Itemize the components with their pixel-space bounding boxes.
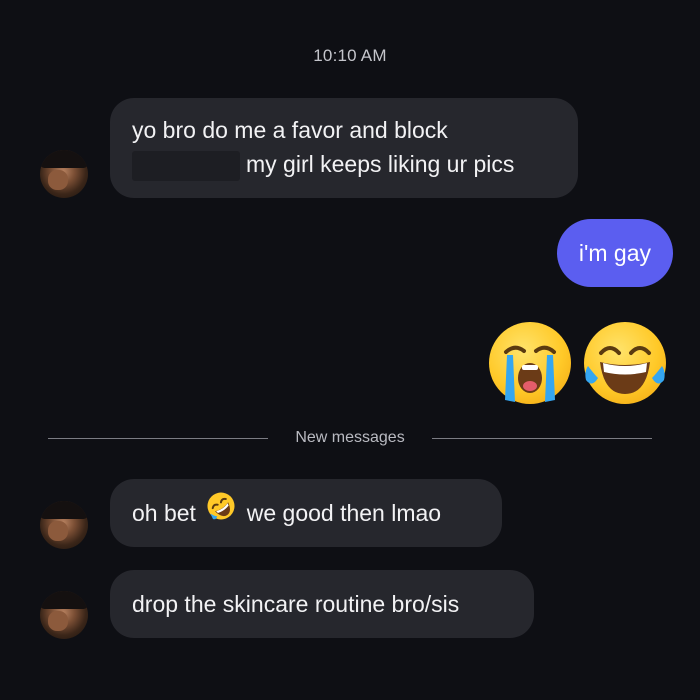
outgoing-message-bubble[interactable]: i'm gay <box>556 219 673 287</box>
divider-line <box>48 438 268 439</box>
incoming-message-bubble[interactable]: yo bro do me a favor and block my girl k… <box>110 98 578 198</box>
incoming-message-bubble[interactable]: oh bet we good then lmao <box>110 479 502 547</box>
loudly-crying-face-icon[interactable] <box>489 322 571 404</box>
chat-screen: 10:10 AM yo bro do me a favor and block … <box>0 0 700 700</box>
redacted-username <box>132 150 240 181</box>
incoming-message-bubble[interactable]: drop the skincare routine bro/sis <box>110 570 534 638</box>
message-text: i'm gay <box>578 240 651 266</box>
avatar[interactable] <box>40 591 88 639</box>
avatar[interactable] <box>40 150 88 198</box>
message-text: drop the skincare routine bro/sis <box>132 591 460 617</box>
message-text: we good then lmao <box>246 500 442 527</box>
new-messages-divider: New messages <box>295 429 405 446</box>
message-text: oh bet <box>132 500 196 527</box>
face-with-tears-of-joy-icon[interactable] <box>584 322 666 404</box>
divider-line <box>432 438 652 439</box>
message-timestamp: 10:10 AM <box>313 46 387 65</box>
rolling-on-the-floor-laughing-icon <box>206 479 236 547</box>
message-text-line: my girl keeps liking ur pics <box>246 151 515 177</box>
message-text-line: yo bro do me a favor and block <box>132 117 448 143</box>
avatar[interactable] <box>40 501 88 549</box>
